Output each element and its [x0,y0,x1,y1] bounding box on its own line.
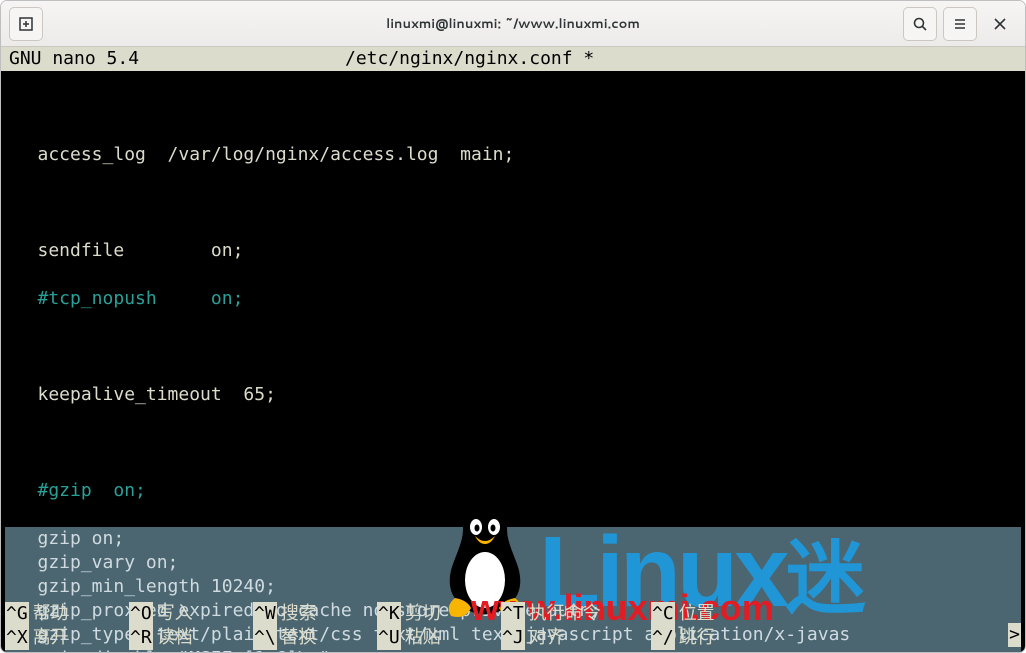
search-button[interactable] [903,7,937,41]
code-line: access_log /var/log/nginx/access.log mai… [38,144,515,165]
shortcut-justify: ^J对齐 [501,626,651,650]
titlebar: linuxmi@linuxmi: ~/www.linuxmi.com [1,1,1025,47]
highlighted-line: gzip_min_length 10240; [38,576,276,597]
shortcut-replace: ^\替换 [253,626,377,650]
shortcut-readfile: ^R读档 [129,626,253,650]
shortcut-gotoline: ^/跳行 [651,626,775,650]
new-tab-button[interactable] [9,7,43,41]
code-comment: #tcp_nopush on; [38,288,244,309]
hamburger-menu-button[interactable] [943,7,977,41]
code-line: keepalive_timeout 65; [38,384,276,405]
shortcut-help: ^G帮助 [5,602,129,626]
close-icon [993,17,1007,31]
close-button[interactable] [983,7,1017,41]
shortcut-execute: ^T执行命令 [501,602,651,626]
highlighted-line: gzip on; [38,528,125,549]
shortcut-paste: ^U粘贴 [377,626,501,650]
terminal[interactable]: GNU nano 5.4 /etc/nginx/nginx.conf * acc… [1,47,1025,652]
new-tab-icon [18,16,34,32]
highlighted-line: gzip_vary on; [38,552,179,573]
nano-version: GNU nano 5.4 [5,47,345,71]
application-window: linuxmi@linuxmi: ~/www.linuxmi.com GNU n… [0,0,1026,653]
shortcut-exit: ^X离开 [5,626,129,650]
nano-header: GNU nano 5.4 /etc/nginx/nginx.conf * [1,47,1025,71]
hamburger-icon [952,16,968,32]
code-comment: #gzip on; [38,480,146,501]
nano-modified-indicator: * [583,48,594,69]
shortcut-search: ^W搜索 [253,602,377,626]
editor-content[interactable]: access_log /var/log/nginx/access.log mai… [1,71,1025,652]
shortcut-writeout: ^O写入 [129,602,253,626]
window-title: linuxmi@linuxmi: ~/www.linuxmi.com [1,15,1025,33]
nano-filepath: /etc/nginx/nginx.conf [345,48,573,69]
shortcut-cut: ^K剪切 [377,602,501,626]
nano-shortcuts: ^G帮助 ^O写入 ^W搜索 ^K剪切 ^T执行命令 ^C位置 ^X离开 ^R读… [1,602,1025,652]
shortcut-position: ^C位置 [651,602,775,626]
code-line: sendfile on; [38,240,244,261]
search-icon [912,16,928,32]
